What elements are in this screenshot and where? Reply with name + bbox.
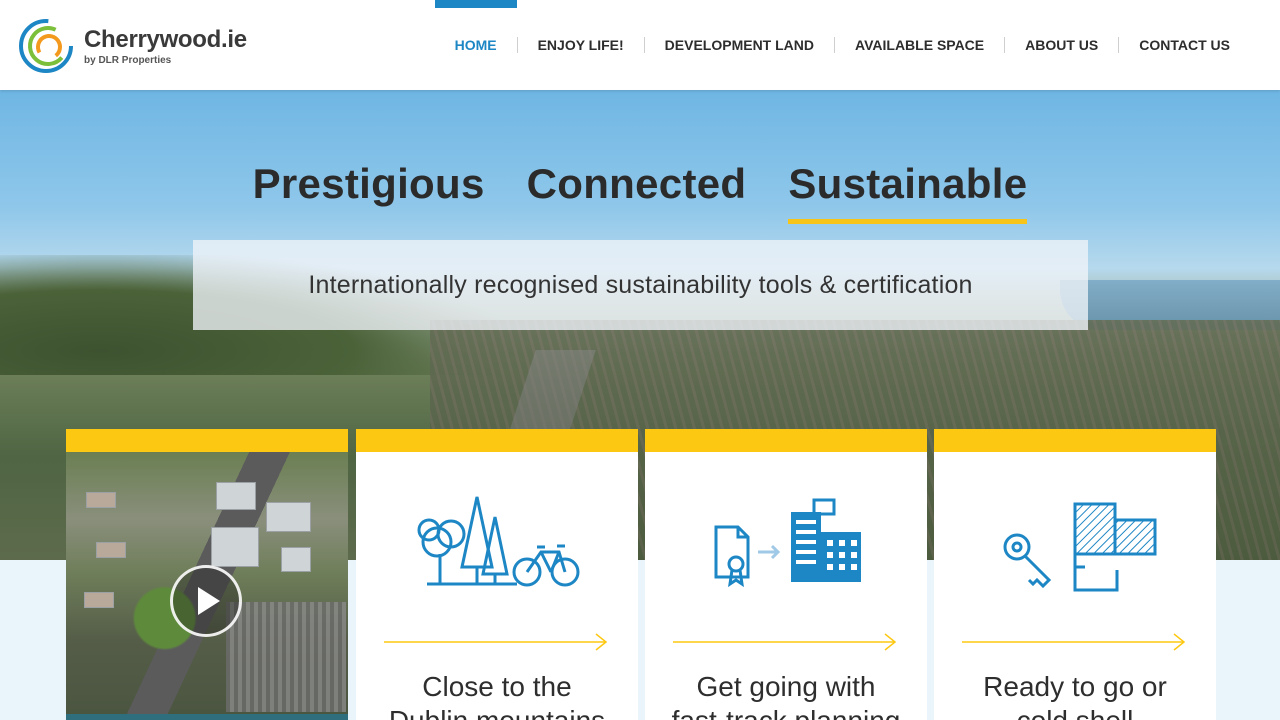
- hero-subtitle: Internationally recognised sustainabilit…: [308, 270, 973, 299]
- card-title[interactable]: Close to the Dublin mountains: [356, 670, 638, 720]
- cherrywood-logo-icon: [19, 19, 73, 73]
- house: [86, 492, 116, 508]
- tagline-connected[interactable]: Connected: [527, 160, 747, 218]
- house: [84, 592, 114, 608]
- card-title[interactable]: Get going with fast-track planning: [645, 670, 927, 720]
- card-title-line: Dublin mountains: [356, 704, 638, 720]
- building: [216, 482, 256, 510]
- nav-item-about-us[interactable]: ABOUT US: [1005, 0, 1118, 90]
- card-title-line: Ready to go or: [983, 671, 1167, 702]
- key-floorplan-icon: [934, 492, 1216, 612]
- card-title[interactable]: Ready to go or cold shell: [934, 670, 1216, 720]
- feature-cards: Close to the Dublin mountains: [66, 429, 1216, 720]
- brand-name: Cherrywood.ie: [84, 26, 247, 53]
- building: [211, 527, 259, 567]
- video-card[interactable]: [66, 429, 348, 720]
- arrow-right-icon: [673, 633, 897, 651]
- card-title-line: cold shell: [934, 704, 1216, 720]
- site-header: Cherrywood.ie by DLR Properties HOME ENJ…: [0, 0, 1280, 90]
- site-logo[interactable]: Cherrywood.ie by DLR Properties: [18, 16, 268, 76]
- hero-subtitle-box: Internationally recognised sustainabilit…: [193, 240, 1088, 330]
- feature-card-planning[interactable]: Get going with fast-track planning: [645, 429, 927, 720]
- house: [96, 542, 126, 558]
- nav-item-enjoy-life[interactable]: ENJOY LIFE!: [518, 0, 644, 90]
- trees-bicycle-icon: [356, 492, 638, 612]
- card-title-line: Get going with: [696, 671, 876, 702]
- nav-item-development-land[interactable]: DEVELOPMENT LAND: [645, 0, 834, 90]
- nav-item-contact-us[interactable]: CONTACT US: [1119, 0, 1250, 90]
- tagline-prestigious[interactable]: Prestigious: [253, 160, 485, 218]
- play-video-button[interactable]: [170, 565, 242, 637]
- main-nav: HOME ENJOY LIFE! DEVELOPMENT LAND AVAILA…: [434, 0, 1250, 90]
- building: [281, 547, 311, 572]
- building: [266, 502, 311, 532]
- feature-card-mountains[interactable]: Close to the Dublin mountains: [356, 429, 638, 720]
- car-park: [226, 602, 346, 712]
- nav-item-available-space[interactable]: AVAILABLE SPACE: [835, 0, 1004, 90]
- card-title-line: Close to the: [422, 671, 572, 702]
- card-title-line: fast-track planning: [645, 704, 927, 720]
- certificate-building-icon: [645, 492, 927, 612]
- feature-card-cold-shell[interactable]: Ready to go or cold shell: [934, 429, 1216, 720]
- brand-byline: by DLR Properties: [84, 55, 172, 66]
- play-icon: [198, 587, 220, 615]
- video-progress-bar: [66, 714, 348, 720]
- hero-taglines: Prestigious Connected Sustainable: [0, 160, 1280, 224]
- arrow-right-icon: [962, 633, 1186, 651]
- nav-item-home[interactable]: HOME: [434, 0, 517, 90]
- arrow-right-icon: [384, 633, 608, 651]
- tagline-sustainable[interactable]: Sustainable: [788, 160, 1028, 224]
